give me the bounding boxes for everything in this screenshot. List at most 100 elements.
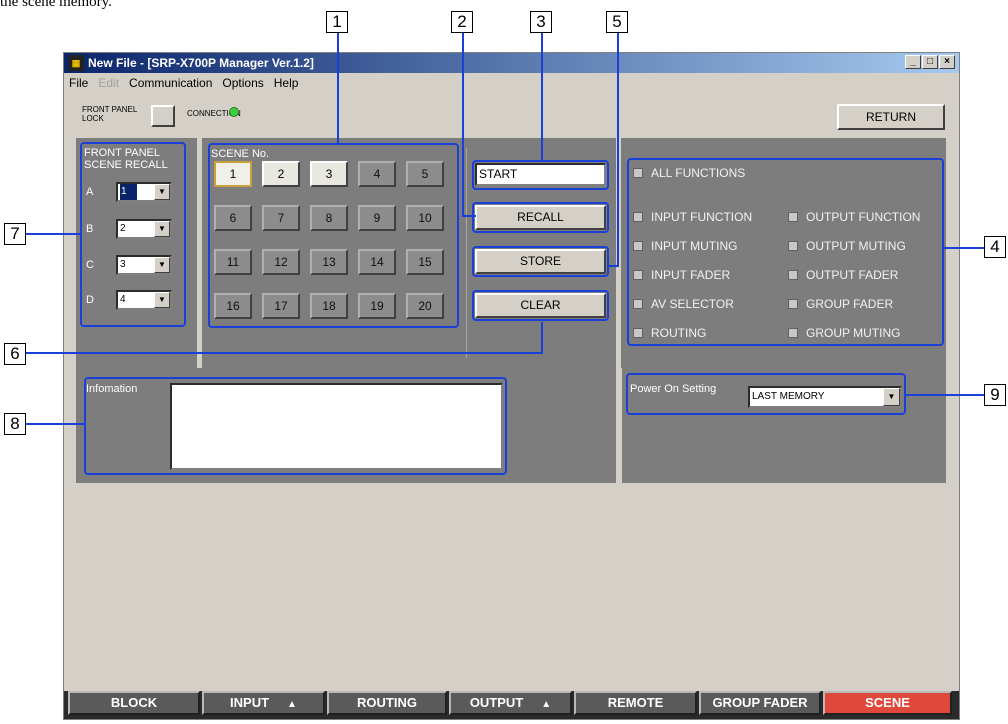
leader-line-4 — [944, 247, 984, 249]
power-on-select[interactable]: LAST MEMORY ▼ — [748, 386, 902, 408]
menu-help[interactable]: Help — [269, 73, 304, 93]
tab-group-fader[interactable]: GROUP FADER — [699, 691, 821, 715]
power-on-value: LAST MEMORY — [752, 391, 825, 402]
scene-button-5[interactable]: 5 — [406, 161, 444, 187]
tab-routing[interactable]: ROUTING — [327, 691, 447, 715]
scene-button-10[interactable]: 10 — [406, 205, 444, 231]
recall-button[interactable]: RECALL — [475, 205, 606, 230]
scene-name-input[interactable]: START — [475, 163, 606, 186]
scene-button-19[interactable]: 19 — [358, 293, 396, 319]
all-functions-checkbox[interactable] — [633, 168, 643, 178]
group-fader-checkbox[interactable] — [788, 299, 798, 309]
recall-select-d[interactable]: 4 ▼ — [116, 290, 172, 310]
maximize-button[interactable]: □ — [922, 55, 938, 69]
chevron-down-icon: ▼ — [154, 292, 170, 308]
minimize-button[interactable]: _ — [905, 55, 921, 69]
input-function-checkbox[interactable] — [633, 212, 643, 222]
front-panel-lock-button[interactable] — [151, 105, 175, 127]
menu-file[interactable]: File — [64, 73, 93, 93]
functions-panel: ALL FUNCTIONS INPUT FUNCTION OUTPUT FUNCT… — [621, 138, 946, 368]
callout-8: 8 — [4, 413, 26, 435]
front-panel-lock-label: FRONT PANEL LOCK — [82, 105, 137, 123]
routing-checkbox[interactable] — [633, 328, 643, 338]
recall-select-c[interactable]: 3 ▼ — [116, 255, 172, 275]
output-function-label: OUTPUT FUNCTION — [806, 210, 921, 224]
leader-line-7 — [26, 233, 81, 235]
store-button[interactable]: STORE — [475, 249, 606, 274]
scene-button-1[interactable]: 1 — [214, 161, 252, 187]
menu-communication[interactable]: Communication — [124, 73, 217, 93]
title-bar: ▦ New File - [SRP-X700P Manager Ver.1.2]… — [64, 53, 959, 73]
av-selector-checkbox[interactable] — [633, 299, 643, 309]
leader-line-3 — [541, 33, 543, 162]
leader-line-5-h — [609, 265, 619, 267]
output-fader-label: OUTPUT FADER — [806, 268, 899, 282]
scene-button-2[interactable]: 2 — [262, 161, 300, 187]
scene-button-14[interactable]: 14 — [358, 249, 396, 275]
tab-remote[interactable]: REMOTE — [574, 691, 697, 715]
leader-line-5 — [617, 33, 619, 266]
recall-select-d-value: 4 — [120, 294, 126, 305]
output-fader-checkbox[interactable] — [788, 270, 798, 280]
scene-button-4[interactable]: 4 — [358, 161, 396, 187]
recall-select-b-value: 2 — [120, 223, 126, 234]
information-label: Infomation — [86, 383, 138, 395]
callout-2: 2 — [451, 11, 473, 33]
scene-button-6[interactable]: 6 — [214, 205, 252, 231]
scene-button-12[interactable]: 12 — [262, 249, 300, 275]
all-functions-label: ALL FUNCTIONS — [651, 166, 746, 180]
menu-options[interactable]: Options — [217, 73, 268, 93]
tab-block[interactable]: BLOCK — [68, 691, 200, 715]
recall-select-b[interactable]: 2 ▼ — [116, 219, 172, 239]
recall-select-a[interactable]: 1 ▼ — [116, 182, 172, 202]
scene-button-17[interactable]: 17 — [262, 293, 300, 319]
connection-indicator — [229, 107, 239, 117]
leader-line-9 — [906, 394, 984, 396]
tab-output[interactable]: OUTPUT ▲ — [449, 691, 572, 715]
scene-button-18[interactable]: 18 — [310, 293, 348, 319]
output-muting-checkbox[interactable] — [788, 241, 798, 251]
scene-button-7[interactable]: 7 — [262, 205, 300, 231]
front-panel-recall-title-line2: SCENE RECALL — [84, 159, 168, 171]
return-button[interactable]: RETURN — [837, 104, 945, 130]
input-fader-checkbox[interactable] — [633, 270, 643, 280]
tab-label: OUTPUT — [469, 695, 524, 710]
leader-line-6 — [26, 352, 542, 354]
tab-scene[interactable]: SCENE — [823, 691, 952, 715]
output-muting-label: OUTPUT MUTING — [806, 239, 906, 253]
group-muting-checkbox[interactable] — [788, 328, 798, 338]
information-textarea[interactable] — [170, 383, 503, 470]
scene-button-13[interactable]: 13 — [310, 249, 348, 275]
input-muting-checkbox[interactable] — [633, 241, 643, 251]
callout-7: 7 — [4, 223, 26, 245]
scene-button-3[interactable]: 3 — [310, 161, 348, 187]
front-panel-lock-label-line2: LOCK — [82, 114, 104, 123]
recall-letter-c: C — [86, 259, 94, 271]
app-window: ▦ New File - [SRP-X700P Manager Ver.1.2]… — [63, 52, 960, 720]
tab-input[interactable]: INPUT ▲ — [202, 691, 325, 715]
scene-panel: SCENE No. 1 2 3 4 5 6 7 8 9 10 11 12 13 14 15 16 17 18 19 2… — [202, 138, 616, 368]
tab-label: INPUT — [230, 695, 270, 710]
callout-4: 4 — [984, 236, 1006, 258]
bottom-tab-bar: BLOCK INPUT ▲ ROUTING OUTPUT ▲ REMOTE GROUP FAD… — [64, 691, 959, 719]
recall-letter-d: D — [86, 294, 94, 306]
chevron-up-icon: ▲ — [541, 699, 552, 710]
scene-button-8[interactable]: 8 — [310, 205, 348, 231]
front-panel-recall-panel: FRONT PANEL SCENE RECALL A 1 ▼ B 2 ▼ C 3… — [76, 138, 197, 368]
scene-button-11[interactable]: 11 — [214, 249, 252, 275]
scene-button-16[interactable]: 16 — [214, 293, 252, 319]
callout-1: 1 — [326, 11, 348, 33]
scene-button-15[interactable]: 15 — [406, 249, 444, 275]
group-muting-label: GROUP MUTING — [806, 326, 901, 340]
chevron-up-icon: ▲ — [287, 699, 297, 710]
app-logo-icon: ▦ — [68, 55, 84, 71]
menu-edit[interactable]: Edit — [93, 73, 124, 93]
scene-button-20[interactable]: 20 — [406, 293, 444, 319]
scene-button-9[interactable]: 9 — [358, 205, 396, 231]
clear-button[interactable]: CLEAR — [475, 293, 606, 318]
callout-3: 3 — [530, 11, 552, 33]
output-function-checkbox[interactable] — [788, 212, 798, 222]
leader-line-6-v — [541, 322, 543, 354]
close-button[interactable]: × — [939, 55, 955, 69]
callout-5: 5 — [606, 11, 628, 33]
